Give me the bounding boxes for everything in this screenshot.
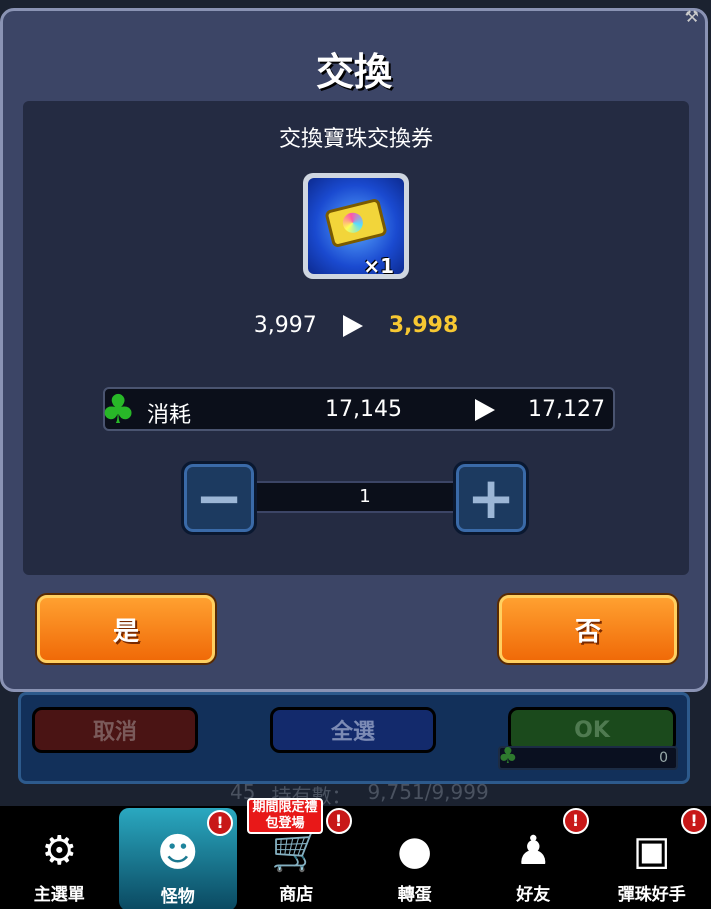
nav-item-main-menu[interactable]: ⚙ 主選單 [0, 806, 119, 909]
cost-bar: ♣ 消耗 17,145 17,127 [100, 387, 615, 433]
background-select-all-button: 全選 [270, 707, 436, 753]
nav-label: 怪物 [160, 887, 195, 907]
increase-button[interactable]: + [453, 461, 529, 535]
background-clover-icon: ♣ [498, 744, 518, 769]
nav-item-monster[interactable]: ! ☻ 怪物 [118, 808, 237, 909]
nav-label: 彈珠好手 [617, 885, 686, 905]
arrow-right-icon [342, 314, 363, 337]
minus-icon: − [194, 464, 244, 532]
cost-label: 消耗 [147, 403, 192, 428]
item-quantity: ×1 [363, 254, 394, 274]
plus-icon: + [466, 464, 516, 532]
exchange-modal: ⚒ 交換 交換寶珠交換券 ×1 3,997 3,998 ♣ 消耗 17,145 … [0, 7, 708, 692]
cost-after: 17,127 [528, 397, 605, 422]
exchange-panel: 交換寶珠交換券 ×1 3,997 3,998 ♣ 消耗 17,145 17,12… [23, 101, 689, 575]
alert-badge: ! [207, 810, 233, 836]
decrease-button[interactable]: − [181, 461, 257, 535]
orb-current: 3,997 [253, 313, 317, 338]
nav-label: 轉蛋 [397, 885, 432, 905]
orb-after: 3,998 [388, 313, 459, 338]
player-card-icon: ▣ [632, 828, 671, 874]
monster-icon: ☻ [156, 830, 199, 876]
background-owned-value: 9,751/9,999 [367, 780, 489, 804]
alert-badge: ! [325, 808, 352, 834]
main-menu-icon: ⚙ [41, 828, 78, 874]
friends-icon: ♟ [515, 828, 552, 874]
background-counter: 0 [498, 746, 678, 770]
nav-item-friends[interactable]: ! ♟ 好友 [474, 806, 593, 909]
modal-title: 交換 [315, 50, 392, 94]
egg-icon: ● [397, 828, 433, 874]
alert-badge: ! [681, 808, 707, 834]
cost-current: 17,145 [325, 397, 402, 422]
nav-item-player[interactable]: ! ▣ 彈珠好手 [593, 806, 711, 909]
no-button[interactable]: 否 [499, 595, 677, 663]
nav-label: 商店 [279, 885, 314, 905]
nav-label: 主選單 [33, 885, 85, 905]
wrench-icon: ⚒ [684, 7, 699, 26]
arrow-right-icon [475, 399, 495, 421]
yes-button[interactable]: 是 [37, 595, 215, 663]
ticket-icon: ×1 [303, 173, 409, 279]
clover-icon: ♣ [100, 387, 136, 433]
alert-badge: ! [562, 808, 589, 834]
nav-item-gacha[interactable]: ● 轉蛋 [356, 806, 475, 909]
orb-count-row: 3,997 3,998 [23, 313, 689, 338]
promo-banner: 期間限定禮包登場 [247, 798, 323, 834]
nav-item-shop[interactable]: 期間限定禮包登場 ! 🛒 商店 [237, 798, 356, 909]
background-cancel-button: 取消 [32, 707, 198, 753]
exchange-subtitle: 交換寶珠交換券 [278, 127, 433, 152]
bottom-nav: ⚙ 主選單 ! ☻ 怪物 期間限定禮包登場 ! 🛒 商店 ● 轉蛋 ! ♟ 好友… [0, 798, 711, 909]
quantity-value: 1 [251, 481, 479, 513]
nav-label: 好友 [516, 885, 551, 905]
